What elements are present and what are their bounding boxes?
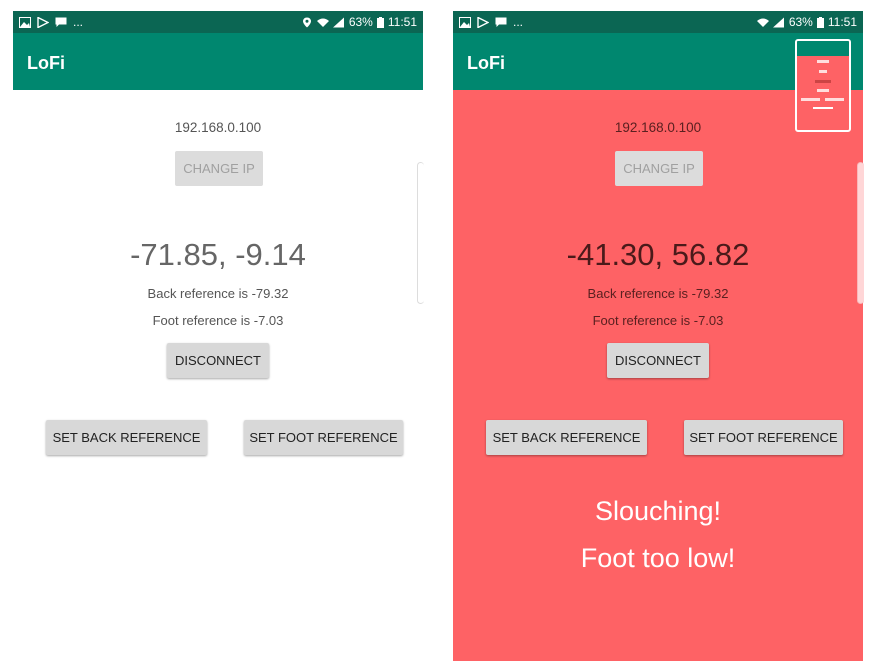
set-back-reference-button[interactable]: SET BACK REFERENCE (46, 420, 207, 455)
foot-too-low-alert: Foot too low! (580, 543, 736, 573)
sensor-reading: -71.85, -9.14 (130, 237, 306, 272)
play-store-icon (477, 16, 489, 28)
notification-overflow: ... (73, 15, 84, 29)
battery-percent: 63% (788, 15, 813, 29)
app-title: LoFi (467, 53, 505, 73)
phone-screen-normal: ... 63% 11:51 LoFi 192.168.0.100 CHANGE … (13, 11, 423, 669)
preview-line (817, 60, 829, 63)
status-bar: ... 63% 11:51 (13, 11, 423, 33)
foot-reference-text: Foot reference is -7.03 (152, 313, 284, 328)
gallery-icon (459, 16, 471, 28)
preview-app-bar (797, 41, 849, 56)
signal-icon (332, 17, 344, 27)
disconnect-button[interactable]: DISCONNECT (167, 343, 269, 378)
back-reference-text: Back reference is -79.32 (587, 286, 729, 301)
preview-line (815, 80, 831, 83)
battery-percent: 63% (348, 15, 373, 29)
preview-line (819, 70, 827, 73)
preview-line (801, 98, 820, 101)
battery-icon (816, 16, 824, 28)
gallery-icon (19, 16, 31, 28)
edge-panel-handle[interactable] (857, 162, 864, 304)
ip-address: 192.168.0.100 (174, 120, 262, 135)
set-foot-reference-button[interactable]: SET FOOT REFERENCE (684, 420, 843, 455)
slouching-alert: Slouching! (594, 496, 722, 526)
preview-line (813, 107, 833, 109)
wifi-icon (756, 18, 769, 27)
set-foot-reference-button[interactable]: SET FOOT REFERENCE (244, 420, 403, 455)
clock: 11:51 (387, 15, 417, 29)
foot-reference-text: Foot reference is -7.03 (592, 313, 724, 328)
change-ip-button[interactable]: CHANGE IP (175, 151, 263, 186)
preview-line (825, 98, 844, 101)
chat-icon (495, 17, 507, 27)
location-icon (302, 17, 311, 27)
clock: 11:51 (827, 15, 857, 29)
set-back-reference-button[interactable]: SET BACK REFERENCE (486, 420, 647, 455)
signal-icon (772, 17, 784, 27)
app-bar: LoFi (13, 33, 423, 90)
edge-panel-handle[interactable] (417, 162, 424, 304)
notification-overflow: ... (513, 15, 524, 29)
battery-icon (376, 16, 384, 28)
disconnect-button[interactable]: DISCONNECT (607, 343, 709, 378)
play-store-icon (37, 16, 49, 28)
change-ip-button[interactable]: CHANGE IP (615, 151, 703, 186)
back-reference-text: Back reference is -79.32 (147, 286, 289, 301)
app-title: LoFi (27, 53, 65, 73)
status-bar: ... 63% 11:51 (453, 11, 863, 33)
chat-icon (55, 17, 67, 27)
sensor-reading: -41.30, 56.82 (566, 237, 750, 272)
phone-screen-alert: ... 63% 11:51 LoFi 192.168.0.100 CHANGE … (453, 11, 863, 661)
preview-line (817, 89, 829, 92)
floating-app-preview[interactable] (795, 39, 851, 132)
wifi-icon (316, 18, 329, 27)
